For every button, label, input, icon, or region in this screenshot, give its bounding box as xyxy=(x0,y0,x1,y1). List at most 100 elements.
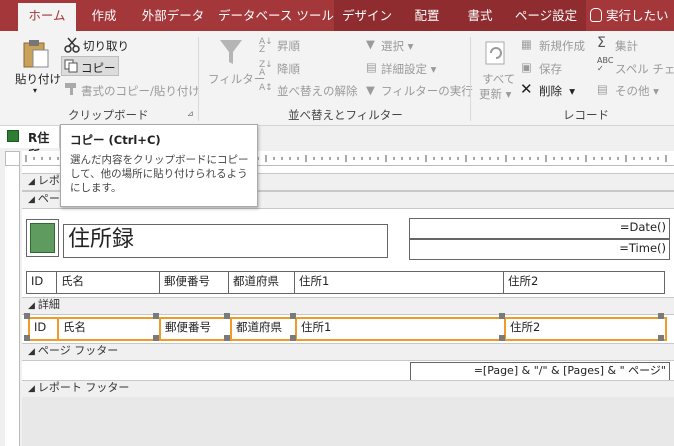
name-header-label[interactable]: 氏名 xyxy=(56,271,164,294)
refresh-icon[interactable] xyxy=(483,40,509,68)
group-separator xyxy=(198,37,199,121)
address2-header-label[interactable]: 住所2 xyxy=(503,271,665,294)
copy-icon xyxy=(64,59,78,73)
toggle-filter-button[interactable]: フィルターの実行 xyxy=(381,83,473,99)
address2-field[interactable]: 住所2 xyxy=(504,317,667,341)
new-record-button[interactable]: 新規作成 xyxy=(539,38,585,54)
section-bar-page-footer[interactable]: ◢ ページ フッター xyxy=(22,343,674,361)
delete-icon: ✕ xyxy=(520,80,533,98)
tooltip-title: コピー (Ctrl+C) xyxy=(70,133,161,147)
tooltip-body: 選んだ内容をクリップボードにコピーして、他の場所に貼り付けられるようにします。 xyxy=(70,154,249,194)
vertical-ruler xyxy=(5,166,20,446)
format-painter-icon xyxy=(64,82,78,96)
ribbon-tab-bar: ホーム 作成 外部データ データベース ツール デザイン 配置 書式 ページ設定… xyxy=(0,0,674,31)
advanced-button[interactable]: 詳細設定 ▾ xyxy=(381,61,436,77)
advanced-filter-icon: ▤ xyxy=(366,60,377,74)
paste-dropdown-icon[interactable]: ▾ xyxy=(33,86,37,95)
remove-sort-button[interactable]: 並べ替えの解除 xyxy=(277,83,358,99)
resize-handle[interactable] xyxy=(658,335,664,341)
resize-handle[interactable] xyxy=(658,313,664,319)
tab-arrange[interactable]: 配置 xyxy=(400,0,454,31)
resize-handle[interactable] xyxy=(290,313,296,319)
group-separator xyxy=(470,37,471,121)
resize-handle[interactable] xyxy=(24,313,30,319)
format-painter-button[interactable]: 書式のコピー/貼り付け xyxy=(81,83,200,99)
records-group-label: レコード xyxy=(563,108,609,122)
resize-handle[interactable] xyxy=(499,313,505,319)
sort-ascending-button[interactable]: 昇順 xyxy=(277,38,300,54)
resize-handle[interactable] xyxy=(153,313,159,319)
section-label: ペー xyxy=(37,192,60,205)
tab-external-data[interactable]: 外部データ xyxy=(132,0,214,31)
paste-button[interactable]: 貼り付け xyxy=(15,71,61,87)
clipboard-launcher-icon[interactable]: ⊿ xyxy=(187,109,194,118)
notebook-icon xyxy=(30,223,55,253)
section-label: 詳細 xyxy=(37,298,60,311)
copy-tooltip: コピー (Ctrl+C) 選んだ内容をクリップボードにコピーして、他の場所に貼り… xyxy=(60,124,258,207)
paste-icon[interactable] xyxy=(22,39,50,69)
new-record-icon: ▦ xyxy=(521,37,532,51)
name-field[interactable]: 氏名 xyxy=(57,317,162,341)
document-tab[interactable]: R住所 xyxy=(0,126,60,162)
spelling-button[interactable]: スペル チェッ xyxy=(615,61,674,77)
page-number-textbox[interactable]: =[Page] & "/" & [Pages] & " ページ" xyxy=(410,362,670,381)
more-icon: ▤ xyxy=(597,82,608,96)
resize-handle[interactable] xyxy=(290,335,296,341)
remove-sort-icon: A↕ xyxy=(259,83,273,93)
address1-header-label[interactable]: 住所1 xyxy=(294,271,508,294)
date-textbox[interactable]: =Date() xyxy=(409,218,670,239)
save-icon: ▣ xyxy=(521,60,532,74)
tell-me-label: 実行したい xyxy=(606,8,669,23)
resize-handle[interactable] xyxy=(499,335,505,341)
section-label: レポート フッター xyxy=(37,381,130,394)
delete-button[interactable]: 削除 ▾ xyxy=(539,83,575,99)
cut-button[interactable]: 切り取り xyxy=(83,38,129,54)
save-button[interactable]: 保存 xyxy=(539,61,562,77)
address1-field[interactable]: 住所1 xyxy=(295,317,508,341)
resize-handle[interactable] xyxy=(224,313,230,319)
tab-create[interactable]: 作成 xyxy=(80,0,128,31)
tab-database-tools[interactable]: データベース ツール xyxy=(218,0,334,31)
toggle-filter-icon: ▼ xyxy=(366,83,375,97)
prefecture-field[interactable]: 都道府県 xyxy=(230,317,299,341)
clipboard-group-label: クリップボード xyxy=(68,108,149,122)
section-bar-detail[interactable]: ◢ 詳細 xyxy=(22,297,674,315)
canvas-background xyxy=(22,397,674,446)
spelling-icon: ABC ✓ xyxy=(597,56,614,73)
prefecture-header-label[interactable]: 都道府県 xyxy=(228,271,299,294)
resize-handle[interactable] xyxy=(153,335,159,341)
time-textbox[interactable]: =Time() xyxy=(409,239,670,260)
tab-home[interactable]: ホーム xyxy=(18,3,76,31)
report-logo-frame[interactable] xyxy=(26,219,59,257)
tab-page-setup[interactable]: ページ設定 xyxy=(506,0,586,31)
resize-handle[interactable] xyxy=(224,335,230,341)
sort-filter-group-label: 並べ替えとフィルター xyxy=(288,108,403,122)
resize-handle[interactable] xyxy=(24,335,30,341)
refresh-all-label[interactable]: すべて xyxy=(482,71,515,87)
totals-button[interactable]: 集計 xyxy=(615,38,638,54)
postal-code-field[interactable]: 郵便番号 xyxy=(159,317,233,341)
tell-me-box[interactable]: 実行したい xyxy=(590,0,674,31)
more-button[interactable]: その他 ▾ xyxy=(615,83,659,99)
filter-button[interactable]: フィルター xyxy=(208,71,265,87)
ruler-corner[interactable] xyxy=(5,151,20,166)
refresh-all-label-2[interactable]: 更新 ▾ xyxy=(479,86,511,102)
sort-descending-button[interactable]: 降順 xyxy=(277,61,300,77)
file-tab-edge[interactable] xyxy=(0,0,16,31)
sort-descending-icon: Z↓ A xyxy=(259,60,273,78)
section-bar-report-footer[interactable]: ◢ レポート フッター xyxy=(22,380,674,398)
scissors-icon xyxy=(64,37,80,53)
report-title-label[interactable]: 住所録 xyxy=(63,224,388,258)
tab-format[interactable]: 書式 xyxy=(454,0,506,31)
copy-button[interactable]: コピー xyxy=(81,60,116,76)
selection-button[interactable]: 選択 ▾ xyxy=(381,38,413,54)
tab-design[interactable]: デザイン xyxy=(334,0,400,31)
sort-ascending-icon: A↓ Z xyxy=(259,37,273,55)
lightbulb-icon xyxy=(590,8,602,22)
filter-icon[interactable] xyxy=(218,38,244,68)
selection-filter-icon: ▼ xyxy=(366,37,375,51)
totals-icon: Σ xyxy=(597,35,606,51)
report-icon xyxy=(7,130,19,142)
postal-code-header-label[interactable]: 郵便番号 xyxy=(159,271,233,294)
section-label: ページ フッター xyxy=(37,344,119,357)
